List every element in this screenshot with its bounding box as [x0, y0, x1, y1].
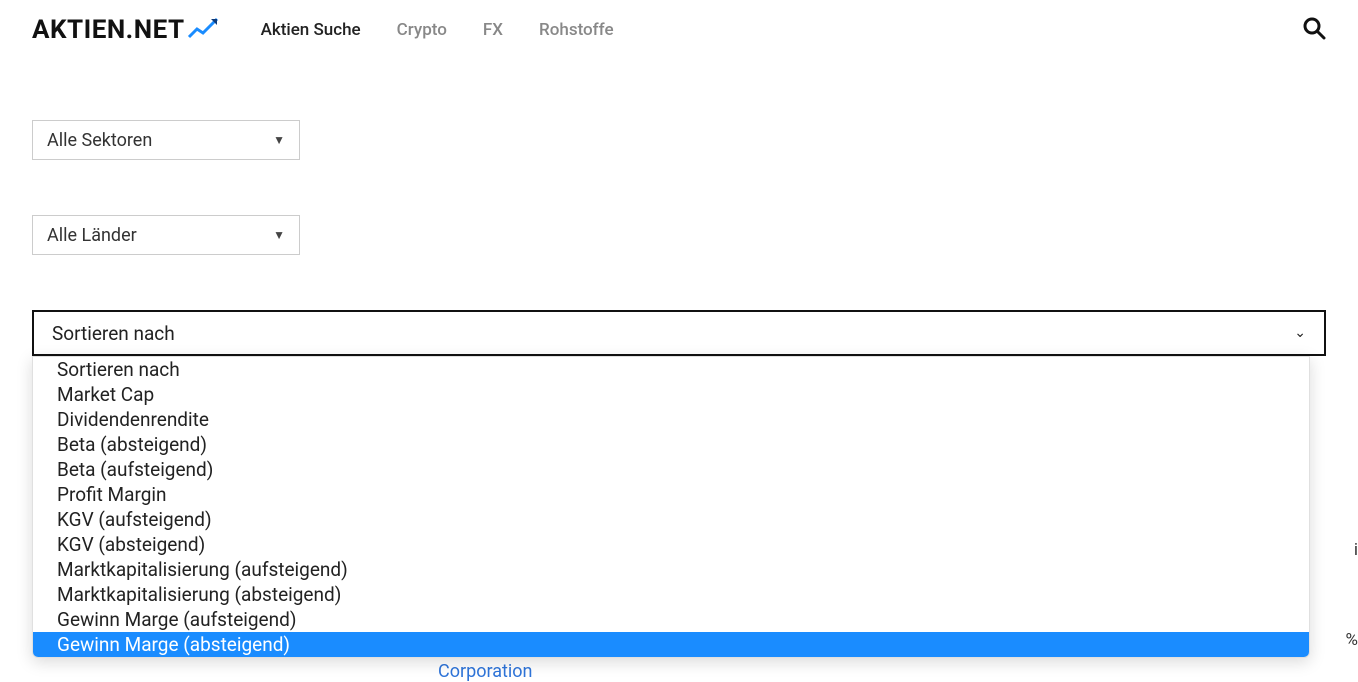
corporation-link[interactable]: Corporation: [438, 661, 532, 682]
country-dropdown[interactable]: Alle Länder ▼: [32, 215, 300, 255]
chart-arrow-icon: [187, 15, 221, 46]
search-icon: [1302, 16, 1326, 40]
site-logo[interactable]: AKTIEN.NET: [32, 15, 221, 46]
sort-select[interactable]: Sortieren nach ⌄: [32, 310, 1326, 356]
sort-option[interactable]: Beta (aufsteigend): [33, 457, 1309, 482]
sort-option-highlighted[interactable]: Gewinn Marge (absteigend): [33, 632, 1309, 657]
nav-rohstoffe[interactable]: Rohstoffe: [539, 20, 614, 40]
chevron-down-icon: ⌄: [1294, 325, 1306, 341]
sort-label: Sortieren nach: [52, 322, 175, 345]
sort-option[interactable]: Marktkapitalisierung (absteigend): [33, 582, 1309, 607]
partial-header-text: i: [1354, 540, 1358, 560]
site-header: AKTIEN.NET Aktien Suche Crypto FX Rohsto…: [0, 0, 1358, 60]
sort-dropdown-list: Sortieren nach Market Cap Dividendenrend…: [32, 356, 1310, 658]
partial-percent-text: %: [1346, 630, 1358, 650]
filter-section: Alle Sektoren ▼ Alle Länder ▼: [0, 60, 1358, 255]
sort-option[interactable]: Profit Margin: [33, 482, 1309, 507]
sort-option[interactable]: KGV (aufsteigend): [33, 507, 1309, 532]
nav-aktien-suche[interactable]: Aktien Suche: [261, 20, 361, 40]
sort-wrapper: Sortieren nach ⌄ Sortieren nach Market C…: [32, 310, 1326, 356]
country-selected: Alle Länder: [47, 225, 137, 246]
sector-dropdown[interactable]: Alle Sektoren ▼: [32, 120, 300, 160]
main-nav: Aktien Suche Crypto FX Rohstoffe: [261, 20, 614, 40]
sort-option[interactable]: Market Cap: [33, 382, 1309, 407]
caret-down-icon: ▼: [273, 228, 285, 242]
caret-down-icon: ▼: [273, 133, 285, 147]
sort-option[interactable]: Gewinn Marge (aufsteigend): [33, 607, 1309, 632]
sort-option[interactable]: Sortieren nach: [33, 357, 1309, 382]
sector-selected: Alle Sektoren: [47, 130, 152, 151]
sort-option[interactable]: Marktkapitalisierung (aufsteigend): [33, 557, 1309, 582]
sort-option[interactable]: Beta (absteigend): [33, 432, 1309, 457]
logo-text: AKTIEN.NET: [32, 15, 185, 45]
nav-crypto[interactable]: Crypto: [397, 20, 447, 40]
search-button[interactable]: [1302, 16, 1326, 44]
nav-fx[interactable]: FX: [483, 20, 503, 40]
sort-option[interactable]: Dividendenrendite: [33, 407, 1309, 432]
sort-option[interactable]: KGV (absteigend): [33, 532, 1309, 557]
